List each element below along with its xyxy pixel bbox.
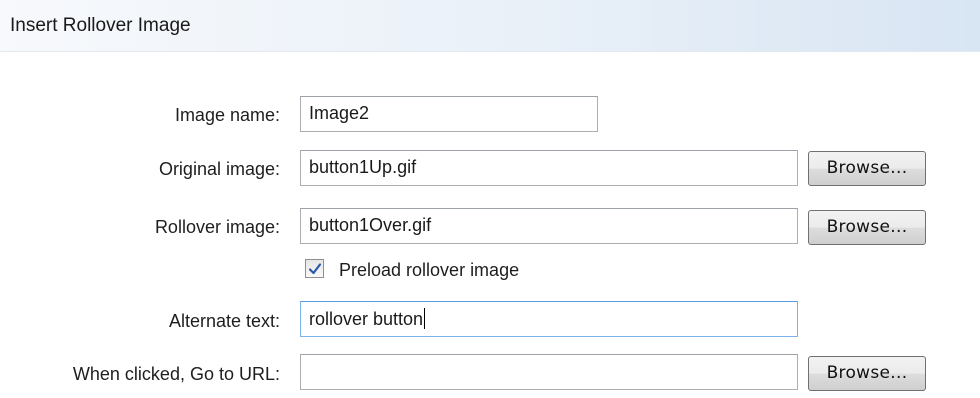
original-image-input[interactable]: button1Up.gif <box>300 150 798 186</box>
text-caret <box>424 308 426 329</box>
checkmark-icon <box>308 263 322 275</box>
image-name-input[interactable]: Image2 <box>300 96 598 132</box>
original-image-label: Original image: <box>158 159 280 179</box>
dialog-titlebar[interactable]: Insert Rollover Image <box>0 0 980 52</box>
rollover-image-browse-button[interactable]: Browse... <box>808 210 926 245</box>
image-name-value: Image2 <box>309 103 370 123</box>
rollover-image-value: button1Over.gif <box>309 215 432 235</box>
preload-rollover-label[interactable]: Preload rollover image <box>339 259 519 281</box>
goto-url-input[interactable] <box>300 354 798 390</box>
alternate-text-label: Alternate text: <box>168 311 280 331</box>
alternate-text-input[interactable]: rollover button <box>300 301 798 337</box>
preload-rollover-checkbox[interactable] <box>305 259 324 278</box>
original-image-browse-button[interactable]: Browse... <box>808 151 926 186</box>
dialog-title: Insert Rollover Image <box>10 15 191 36</box>
rollover-image-label: Rollover image: <box>154 217 280 237</box>
original-image-value: button1Up.gif <box>309 157 417 177</box>
goto-url-browse-button[interactable]: Browse... <box>808 356 926 391</box>
rollover-image-input[interactable]: button1Over.gif <box>300 208 798 244</box>
image-name-label: Image name: <box>174 105 280 125</box>
insert-rollover-image-dialog: Insert Rollover Image Image name: Image2… <box>0 0 980 398</box>
alternate-text-value: rollover button <box>309 309 424 329</box>
goto-url-label: When clicked, Go to URL: <box>72 364 280 384</box>
